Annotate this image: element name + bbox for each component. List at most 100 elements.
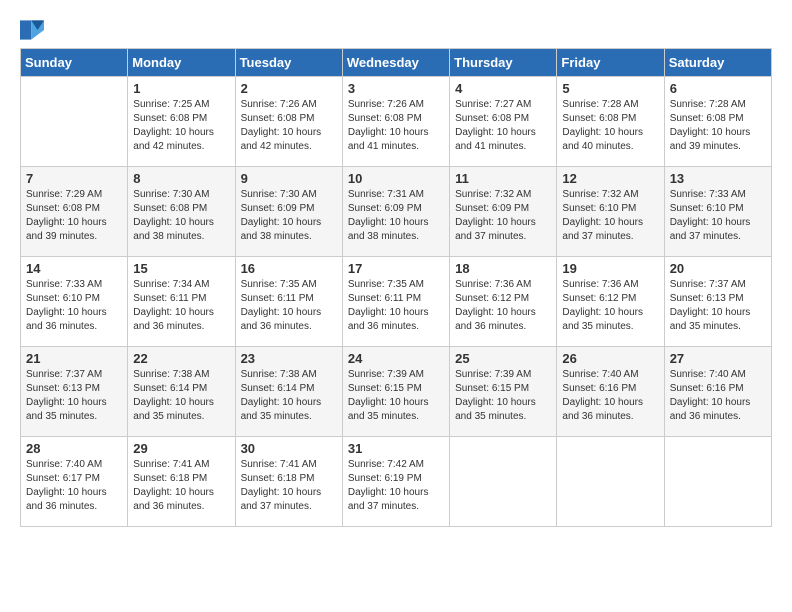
day-info: Sunrise: 7:35 AM Sunset: 6:11 PM Dayligh… [241, 278, 337, 334]
day-cell: 11 Sunrise: 7:32 AM Sunset: 6:09 PM Dayli… [450, 167, 557, 257]
day-number: 13 [670, 171, 766, 186]
day-info: Sunrise: 7:39 AM Sunset: 6:15 PM Dayligh… [348, 368, 444, 424]
day-number: 5 [562, 81, 658, 96]
day-cell: 1Sunrise: 7:25 AM Sunset: 6:08 PM Daylig… [128, 77, 235, 167]
logo-icon [20, 20, 44, 40]
day-info: Sunrise: 7:28 AM Sunset: 6:08 PM Dayligh… [670, 98, 766, 154]
day-info: Sunrise: 7:34 AM Sunset: 6:11 PM Dayligh… [133, 278, 229, 334]
calendar-table: SundayMondayTuesdayWednesdayThursdayFrid… [20, 48, 772, 527]
day-number: 27 [670, 351, 766, 366]
day-number: 21 [26, 351, 122, 366]
logo [20, 20, 48, 40]
day-cell: 20Sunrise: 7:37 AM Sunset: 6:13 PM Dayli… [664, 257, 771, 347]
week-row-3: 14 Sunrise: 7:33 AM Sunset: 6:10 PM Dayli… [21, 257, 772, 347]
day-cell: 12Sunrise: 7:32 AM Sunset: 6:10 PM Dayli… [557, 167, 664, 257]
week-row-4: 21 Sunrise: 7:37 AM Sunset: 6:13 PM Dayli… [21, 347, 772, 437]
day-number: 29 [133, 441, 229, 456]
day-number: 4 [455, 81, 551, 96]
day-cell: 14 Sunrise: 7:33 AM Sunset: 6:10 PM Dayli… [21, 257, 128, 347]
day-cell: 7 Sunrise: 7:29 AM Sunset: 6:08 PM Daylig… [21, 167, 128, 257]
day-cell: 26 Sunrise: 7:40 AM Sunset: 6:16 PM Dayli… [557, 347, 664, 437]
day-info: Sunrise: 7:40 AM Sunset: 6:16 PM Dayligh… [670, 368, 766, 424]
day-cell: 15 Sunrise: 7:34 AM Sunset: 6:11 PM Dayli… [128, 257, 235, 347]
day-info: Sunrise: 7:36 AM Sunset: 6:12 PM Dayligh… [562, 278, 658, 334]
day-info: Sunrise: 7:38 AM Sunset: 6:14 PM Dayligh… [133, 368, 229, 424]
day-number: 30 [241, 441, 337, 456]
day-cell [664, 437, 771, 527]
day-info: Sunrise: 7:32 AM Sunset: 6:10 PM Dayligh… [562, 188, 658, 244]
day-cell: 10 Sunrise: 7:31 AM Sunset: 6:09 PM Dayli… [342, 167, 449, 257]
day-info: Sunrise: 7:33 AM Sunset: 6:10 PM Dayligh… [26, 278, 122, 334]
day-number: 3 [348, 81, 444, 96]
day-number: 28 [26, 441, 122, 456]
header-row: SundayMondayTuesdayWednesdayThursdayFrid… [21, 49, 772, 77]
day-number: 19 [562, 261, 658, 276]
header-sunday: Sunday [21, 49, 128, 77]
day-number: 17 [348, 261, 444, 276]
day-info: Sunrise: 7:38 AM Sunset: 6:14 PM Dayligh… [241, 368, 337, 424]
day-cell: 13 Sunrise: 7:33 AM Sunset: 6:10 PM Dayli… [664, 167, 771, 257]
day-info: Sunrise: 7:26 AM Sunset: 6:08 PM Dayligh… [348, 98, 444, 154]
day-cell [21, 77, 128, 167]
day-info: Sunrise: 7:30 AM Sunset: 6:08 PM Dayligh… [133, 188, 229, 244]
day-number: 16 [241, 261, 337, 276]
day-number: 31 [348, 441, 444, 456]
day-number: 7 [26, 171, 122, 186]
day-cell: 3 Sunrise: 7:26 AM Sunset: 6:08 PM Daylig… [342, 77, 449, 167]
header [20, 20, 772, 40]
day-cell: 27 Sunrise: 7:40 AM Sunset: 6:16 PM Dayli… [664, 347, 771, 437]
day-cell: 30Sunrise: 7:41 AM Sunset: 6:18 PM Dayli… [235, 437, 342, 527]
day-cell: 9 Sunrise: 7:30 AM Sunset: 6:09 PM Daylig… [235, 167, 342, 257]
day-cell [557, 437, 664, 527]
day-info: Sunrise: 7:25 AM Sunset: 6:08 PM Dayligh… [133, 98, 229, 154]
day-info: Sunrise: 7:40 AM Sunset: 6:17 PM Dayligh… [26, 458, 122, 514]
day-cell: 24 Sunrise: 7:39 AM Sunset: 6:15 PM Dayli… [342, 347, 449, 437]
day-number: 26 [562, 351, 658, 366]
day-number: 11 [455, 171, 551, 186]
day-number: 15 [133, 261, 229, 276]
day-info: Sunrise: 7:30 AM Sunset: 6:09 PM Dayligh… [241, 188, 337, 244]
day-info: Sunrise: 7:27 AM Sunset: 6:08 PM Dayligh… [455, 98, 551, 154]
header-thursday: Thursday [450, 49, 557, 77]
day-cell: 21 Sunrise: 7:37 AM Sunset: 6:13 PM Dayli… [21, 347, 128, 437]
day-cell: 16 Sunrise: 7:35 AM Sunset: 6:11 PM Dayli… [235, 257, 342, 347]
day-number: 22 [133, 351, 229, 366]
day-cell: 2 Sunrise: 7:26 AM Sunset: 6:08 PM Daylig… [235, 77, 342, 167]
day-cell: 31 Sunrise: 7:42 AM Sunset: 6:19 PM Dayli… [342, 437, 449, 527]
day-cell: 17Sunrise: 7:35 AM Sunset: 6:11 PM Dayli… [342, 257, 449, 347]
header-friday: Friday [557, 49, 664, 77]
day-info: Sunrise: 7:32 AM Sunset: 6:09 PM Dayligh… [455, 188, 551, 244]
day-number: 14 [26, 261, 122, 276]
day-number: 6 [670, 81, 766, 96]
header-wednesday: Wednesday [342, 49, 449, 77]
day-info: Sunrise: 7:26 AM Sunset: 6:08 PM Dayligh… [241, 98, 337, 154]
day-number: 9 [241, 171, 337, 186]
day-cell: 4 Sunrise: 7:27 AM Sunset: 6:08 PM Daylig… [450, 77, 557, 167]
day-cell: 23 Sunrise: 7:38 AM Sunset: 6:14 PM Dayli… [235, 347, 342, 437]
day-number: 18 [455, 261, 551, 276]
day-cell: 19 Sunrise: 7:36 AM Sunset: 6:12 PM Dayli… [557, 257, 664, 347]
day-info: Sunrise: 7:36 AM Sunset: 6:12 PM Dayligh… [455, 278, 551, 334]
day-number: 25 [455, 351, 551, 366]
day-info: Sunrise: 7:37 AM Sunset: 6:13 PM Dayligh… [670, 278, 766, 334]
day-info: Sunrise: 7:29 AM Sunset: 6:08 PM Dayligh… [26, 188, 122, 244]
day-cell: 6 Sunrise: 7:28 AM Sunset: 6:08 PM Daylig… [664, 77, 771, 167]
day-cell: 29Sunrise: 7:41 AM Sunset: 6:18 PM Dayli… [128, 437, 235, 527]
day-cell: 28 Sunrise: 7:40 AM Sunset: 6:17 PM Dayli… [21, 437, 128, 527]
day-number: 23 [241, 351, 337, 366]
header-monday: Monday [128, 49, 235, 77]
header-saturday: Saturday [664, 49, 771, 77]
week-row-2: 7 Sunrise: 7:29 AM Sunset: 6:08 PM Daylig… [21, 167, 772, 257]
day-number: 10 [348, 171, 444, 186]
week-row-1: 1Sunrise: 7:25 AM Sunset: 6:08 PM Daylig… [21, 77, 772, 167]
header-tuesday: Tuesday [235, 49, 342, 77]
day-cell: 25Sunrise: 7:39 AM Sunset: 6:15 PM Dayli… [450, 347, 557, 437]
day-number: 2 [241, 81, 337, 96]
day-info: Sunrise: 7:40 AM Sunset: 6:16 PM Dayligh… [562, 368, 658, 424]
day-info: Sunrise: 7:33 AM Sunset: 6:10 PM Dayligh… [670, 188, 766, 244]
day-info: Sunrise: 7:31 AM Sunset: 6:09 PM Dayligh… [348, 188, 444, 244]
day-cell: 22 Sunrise: 7:38 AM Sunset: 6:14 PM Dayli… [128, 347, 235, 437]
day-number: 24 [348, 351, 444, 366]
day-info: Sunrise: 7:42 AM Sunset: 6:19 PM Dayligh… [348, 458, 444, 514]
day-info: Sunrise: 7:37 AM Sunset: 6:13 PM Dayligh… [26, 368, 122, 424]
